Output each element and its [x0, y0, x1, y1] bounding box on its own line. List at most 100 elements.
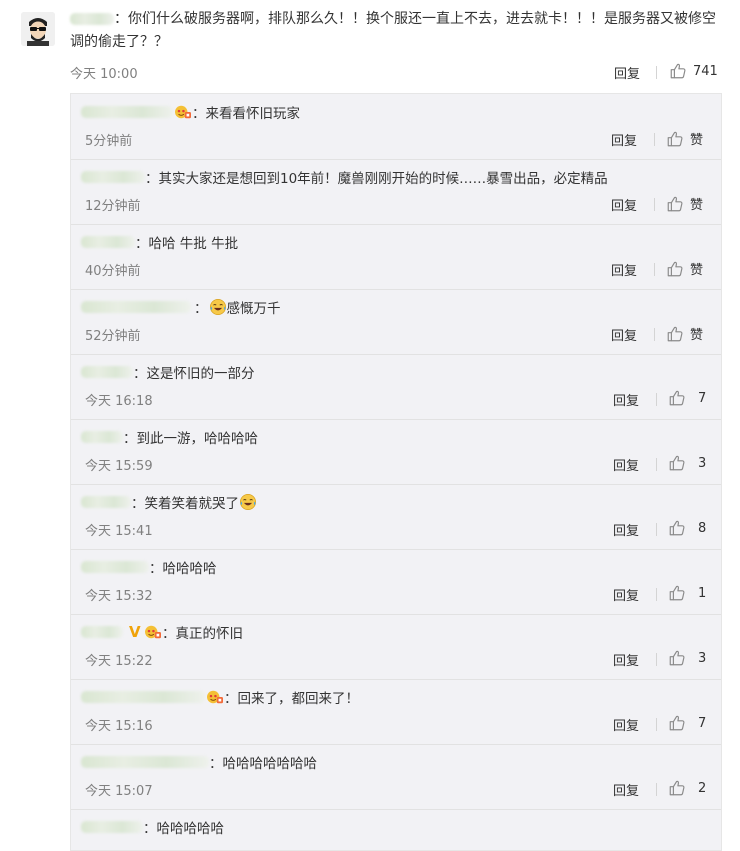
timestamp: 5分钟前: [85, 134, 133, 149]
thumbs-up-icon: [668, 584, 686, 602]
thumbs-up-icon: [666, 325, 684, 343]
like-button[interactable]: 741: [669, 62, 718, 80]
list-item: ：哈哈哈哈 今天 15:32 回复 1: [71, 549, 721, 615]
timestamp: 今天 10:00: [70, 67, 138, 82]
thumbs-up-icon: [668, 714, 686, 732]
list-item: ：这是怀旧的一部分 今天 16:18 回复 7: [71, 354, 721, 420]
divider: [656, 718, 657, 731]
thumbs-up-icon: [668, 649, 686, 667]
like-button[interactable]: 赞: [666, 324, 703, 343]
like-button[interactable]: 1: [668, 584, 706, 602]
username[interactable]: [81, 431, 123, 443]
reply-button[interactable]: 回复: [614, 63, 640, 82]
like-button[interactable]: 7: [668, 714, 706, 732]
like-button[interactable]: 赞: [666, 194, 703, 213]
main-comment-text: ：你们什么破服务器啊，排队那么久！！换个服还一直上不去，进去就卡！！！是服务器又…: [70, 11, 716, 50]
username[interactable]: [81, 496, 131, 508]
reply-button[interactable]: 回复: [613, 650, 639, 669]
like-button[interactable]: 赞: [666, 259, 703, 278]
divider: [656, 66, 657, 79]
timestamp: 今天 15:41: [85, 524, 153, 539]
like-button[interactable]: 3: [668, 454, 706, 472]
like-button[interactable]: 赞: [666, 129, 703, 148]
reply-content: ：哈哈哈哈: [81, 557, 217, 577]
timestamp: 今天 15:16: [85, 719, 153, 734]
thumbs-up-icon: [668, 519, 686, 537]
reply-content: ：哈哈 牛批 牛批: [81, 232, 238, 252]
divider: [654, 198, 655, 211]
username[interactable]: [81, 821, 143, 833]
username[interactable]: [81, 171, 145, 183]
like-button[interactable]: 2: [668, 779, 706, 797]
divider: [656, 653, 657, 666]
thumbs-up-icon: [668, 779, 686, 797]
list-item: ：回来了，都回来了！ 今天 15:16 回复 7: [71, 679, 721, 745]
divider: [656, 523, 657, 536]
thumbs-up-icon: [666, 260, 684, 278]
reply-content: ：这是怀旧的一部分: [81, 362, 255, 382]
reply-button[interactable]: 回复: [613, 780, 639, 799]
reply-button[interactable]: 回复: [613, 715, 639, 734]
list-item: ：笑着笑着就哭了 今天 15:41 回复 8: [71, 484, 721, 550]
thumbs-up-icon: [668, 454, 686, 472]
username[interactable]: [81, 366, 133, 378]
username[interactable]: [81, 561, 149, 573]
reply-button[interactable]: 回复: [613, 455, 639, 474]
list-item: ：哈哈哈哈哈哈哈 今天 15:07 回复 2: [71, 744, 721, 810]
list-item: ：来看看怀旧玩家 5分钟前 回复 赞: [71, 94, 721, 160]
thumbs-up-icon: [666, 130, 684, 148]
username[interactable]: [81, 301, 191, 313]
reply-content: ：哈哈哈哈哈: [81, 817, 224, 837]
divider: [654, 328, 655, 341]
timestamp: 今天 15:22: [85, 654, 153, 669]
username[interactable]: [81, 236, 135, 248]
member-badge-icon: [206, 689, 224, 705]
username[interactable]: [70, 13, 114, 25]
list-item: V ：真正的怀旧 今天 15:22 回复 3: [71, 614, 721, 680]
timestamp: 今天 15:32: [85, 589, 153, 604]
timestamp: 40分钟前: [85, 264, 141, 279]
divider: [654, 263, 655, 276]
divider: [656, 783, 657, 796]
laugh-cry-emoji-icon: [239, 493, 257, 511]
reply-content: ： 感慨万千: [81, 297, 281, 317]
reply-list: ：来看看怀旧玩家 5分钟前 回复 赞 ：其实大家还是想回到10年前！魔兽刚刚开始…: [70, 93, 722, 851]
reply-button[interactable]: 回复: [613, 520, 639, 539]
reply-content: ：哈哈哈哈哈哈哈: [81, 752, 317, 772]
reply-content: ：来看看怀旧玩家: [81, 102, 300, 122]
like-button[interactable]: 7: [668, 389, 706, 407]
reply-button[interactable]: 回复: [613, 390, 639, 409]
reply-button[interactable]: 回复: [613, 585, 639, 604]
timestamp: 今天 16:18: [85, 394, 153, 409]
thumbs-up-icon: [669, 62, 687, 80]
timestamp: 今天 15:59: [85, 459, 153, 474]
reply-content: ：其实大家还是想回到10年前！魔兽刚刚开始的时候……暴雪出品，必定精品: [81, 167, 608, 187]
member-badge-icon: [144, 624, 162, 640]
verified-v-icon: V: [129, 623, 141, 641]
reply-button[interactable]: 回复: [611, 195, 637, 214]
list-item: ：哈哈 牛批 牛批 40分钟前 回复 赞: [71, 224, 721, 290]
divider: [654, 133, 655, 146]
divider: [656, 588, 657, 601]
reply-button[interactable]: 回复: [611, 325, 637, 344]
laugh-cry-emoji-icon: [209, 298, 227, 316]
timestamp: 今天 15:07: [85, 784, 153, 799]
like-count: 741: [693, 63, 718, 79]
username[interactable]: [81, 106, 173, 118]
avatar[interactable]: [21, 12, 55, 46]
reply-button[interactable]: 回复: [611, 260, 637, 279]
timestamp: 52分钟前: [85, 329, 141, 344]
reply-button[interactable]: 回复: [611, 130, 637, 149]
like-button[interactable]: 3: [668, 649, 706, 667]
like-button[interactable]: 8: [668, 519, 706, 537]
reply-content: V ：真正的怀旧: [81, 622, 243, 642]
username[interactable]: [81, 691, 205, 703]
main-comment: ：你们什么破服务器啊，排队那么久！！换个服还一直上不去，进去就卡！！！是服务器又…: [0, 0, 740, 93]
username[interactable]: [81, 626, 123, 638]
timestamp: 12分钟前: [85, 199, 141, 214]
username[interactable]: [81, 756, 209, 768]
thumbs-up-icon: [668, 389, 686, 407]
list-item: ：其实大家还是想回到10年前！魔兽刚刚开始的时候……暴雪出品，必定精品 12分钟…: [71, 159, 721, 225]
thumbs-up-icon: [666, 195, 684, 213]
avatar-icon: [21, 12, 55, 46]
